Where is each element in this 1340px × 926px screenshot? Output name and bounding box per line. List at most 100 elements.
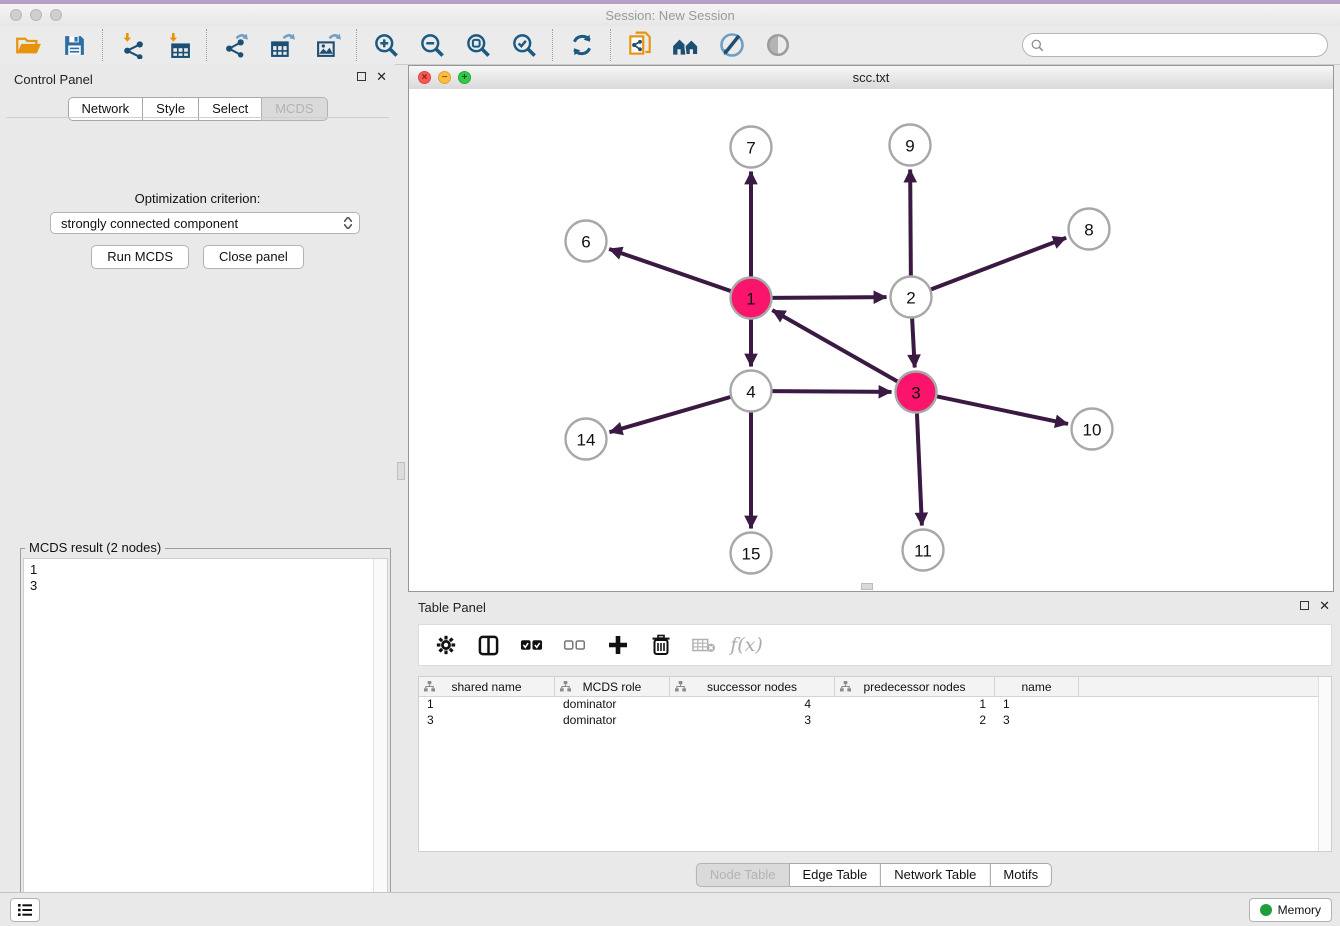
window-resize-grip[interactable]: [861, 583, 873, 590]
cell-predecessor-nodes[interactable]: 2: [835, 713, 995, 729]
graph-edge-4-3[interactable]: [772, 391, 891, 392]
zoom-window-button[interactable]: [50, 9, 62, 21]
cell-successor-nodes[interactable]: 4: [670, 697, 835, 713]
close-view-button[interactable]: ×: [418, 71, 431, 84]
network-canvas[interactable]: 7968124314101511: [409, 89, 1333, 591]
float-panel-icon[interactable]: [357, 72, 366, 81]
function-builder-button[interactable]: f(x): [728, 628, 765, 662]
zoom-selected-button[interactable]: [506, 29, 542, 61]
minimize-view-button[interactable]: −: [438, 71, 451, 84]
import-network-button[interactable]: [114, 29, 150, 61]
graph-node-label: 11: [914, 542, 932, 561]
zoom-in-button[interactable]: [368, 29, 404, 61]
close-panel-button[interactable]: Close panel: [203, 245, 304, 269]
network-window-titlebar[interactable]: scc.txt × − +: [409, 66, 1333, 90]
close-table-panel-icon[interactable]: ✕: [1319, 601, 1330, 610]
delete-table-button[interactable]: [685, 628, 722, 662]
export-table-button[interactable]: [264, 29, 300, 61]
table-row[interactable]: 1 dominator 4 1 1: [419, 697, 1331, 713]
export-network-button[interactable]: [218, 29, 254, 61]
criterion-select[interactable]: strongly connected component: [50, 212, 360, 234]
zoom-out-icon: [419, 32, 446, 59]
graph-edge-3-1[interactable]: [772, 310, 897, 381]
result-scrollbar[interactable]: [373, 559, 387, 926]
save-floppy-icon: [62, 33, 87, 58]
graph-node-label: 9: [905, 137, 914, 156]
graph-edge-3-10[interactable]: [937, 396, 1068, 424]
graph-edge-3-11[interactable]: [917, 413, 922, 525]
minimize-window-button[interactable]: [30, 9, 42, 21]
search-input[interactable]: [1049, 37, 1319, 53]
tab-node-table[interactable]: Node Table: [696, 863, 790, 887]
maximize-view-button[interactable]: +: [458, 71, 471, 84]
delete-rows-button[interactable]: [642, 628, 679, 662]
column-header-name[interactable]: name: [995, 677, 1079, 696]
tab-network-table[interactable]: Network Table: [880, 863, 990, 887]
table-header-row: shared name MCDS role successor nodes: [419, 677, 1331, 697]
eye-contrast-icon: [765, 32, 791, 58]
table-settings-button[interactable]: [427, 628, 464, 662]
deselect-all-button[interactable]: [556, 628, 593, 662]
show-graphics-details-button[interactable]: [760, 29, 796, 61]
zoom-out-button[interactable]: [414, 29, 450, 61]
tab-edge-table[interactable]: Edge Table: [788, 863, 881, 887]
cell-name[interactable]: 3: [995, 713, 1079, 729]
checked-boxes-icon: [520, 638, 543, 652]
control-panel-title: Control Panel: [14, 72, 93, 87]
cell-shared-name[interactable]: 3: [419, 713, 555, 729]
graph-edge-2-9[interactable]: [910, 169, 911, 275]
export-image-button[interactable]: [310, 29, 346, 61]
run-mcds-button[interactable]: Run MCDS: [91, 245, 189, 269]
task-list-icon: [17, 903, 33, 917]
table-row[interactable]: 3 dominator 3 2 3: [419, 713, 1331, 729]
cell-shared-name[interactable]: 1: [419, 697, 555, 713]
import-table-icon: [165, 32, 192, 59]
memory-button[interactable]: Memory: [1249, 898, 1332, 922]
graph-node-label: 7: [746, 139, 755, 158]
cell-successor-nodes[interactable]: 3: [670, 713, 835, 729]
column-header-predecessor-nodes[interactable]: predecessor nodes: [835, 677, 995, 696]
houses-icon: [671, 30, 701, 60]
graph-edge-2-8[interactable]: [931, 238, 1066, 290]
cell-mcds-role[interactable]: dominator: [555, 713, 670, 729]
search-field[interactable]: [1022, 33, 1328, 57]
app-titlebar[interactable]: Session: New Session: [0, 4, 1340, 26]
float-table-panel-icon[interactable]: [1300, 601, 1309, 610]
cell-mcds-role[interactable]: dominator: [555, 697, 670, 713]
new-network-from-selection-button[interactable]: [622, 29, 658, 61]
graph-edge-1-6[interactable]: [609, 249, 731, 291]
apply-layout-button[interactable]: [564, 29, 600, 61]
zoom-fit-button[interactable]: [460, 29, 496, 61]
save-session-button[interactable]: [56, 29, 92, 61]
close-window-button[interactable]: [10, 9, 22, 21]
import-table-button[interactable]: [160, 29, 196, 61]
panel-splitter-grip[interactable]: [397, 462, 405, 480]
graph-node-label: 4: [746, 383, 755, 402]
optimization-criterion-label: Optimization criterion:: [6, 191, 389, 206]
tab-motifs[interactable]: Motifs: [989, 863, 1052, 887]
graph-node-label: 3: [911, 384, 920, 403]
select-all-button[interactable]: [513, 628, 550, 662]
show-column-panel-button[interactable]: [470, 628, 507, 662]
graph-node-label: 8: [1084, 221, 1093, 240]
node-table: shared name MCDS role successor nodes: [418, 676, 1332, 852]
style-brush-button[interactable]: [714, 29, 750, 61]
open-session-button[interactable]: [10, 29, 46, 61]
first-neighbors-button[interactable]: [668, 29, 704, 61]
memory-status-dot: [1260, 904, 1272, 916]
cell-predecessor-nodes[interactable]: 1: [835, 697, 995, 713]
zoom-in-icon: [373, 32, 400, 59]
graph-edge-4-14[interactable]: [610, 397, 731, 432]
column-header-successor-nodes[interactable]: successor nodes: [670, 677, 835, 696]
graph-edge-2-3[interactable]: [912, 318, 915, 367]
graph-edge-1-2[interactable]: [772, 297, 886, 298]
add-row-button[interactable]: [599, 628, 636, 662]
gear-icon: [435, 634, 457, 656]
column-header-mcds-role[interactable]: MCDS role: [555, 677, 670, 696]
table-scrollbar[interactable]: [1318, 677, 1331, 851]
close-panel-icon[interactable]: ✕: [376, 72, 387, 81]
task-history-button[interactable]: [10, 898, 40, 922]
cell-name[interactable]: 1: [995, 697, 1079, 713]
column-header-shared-name[interactable]: shared name: [419, 677, 555, 696]
mcds-result-textarea[interactable]: 1 3: [23, 558, 388, 926]
